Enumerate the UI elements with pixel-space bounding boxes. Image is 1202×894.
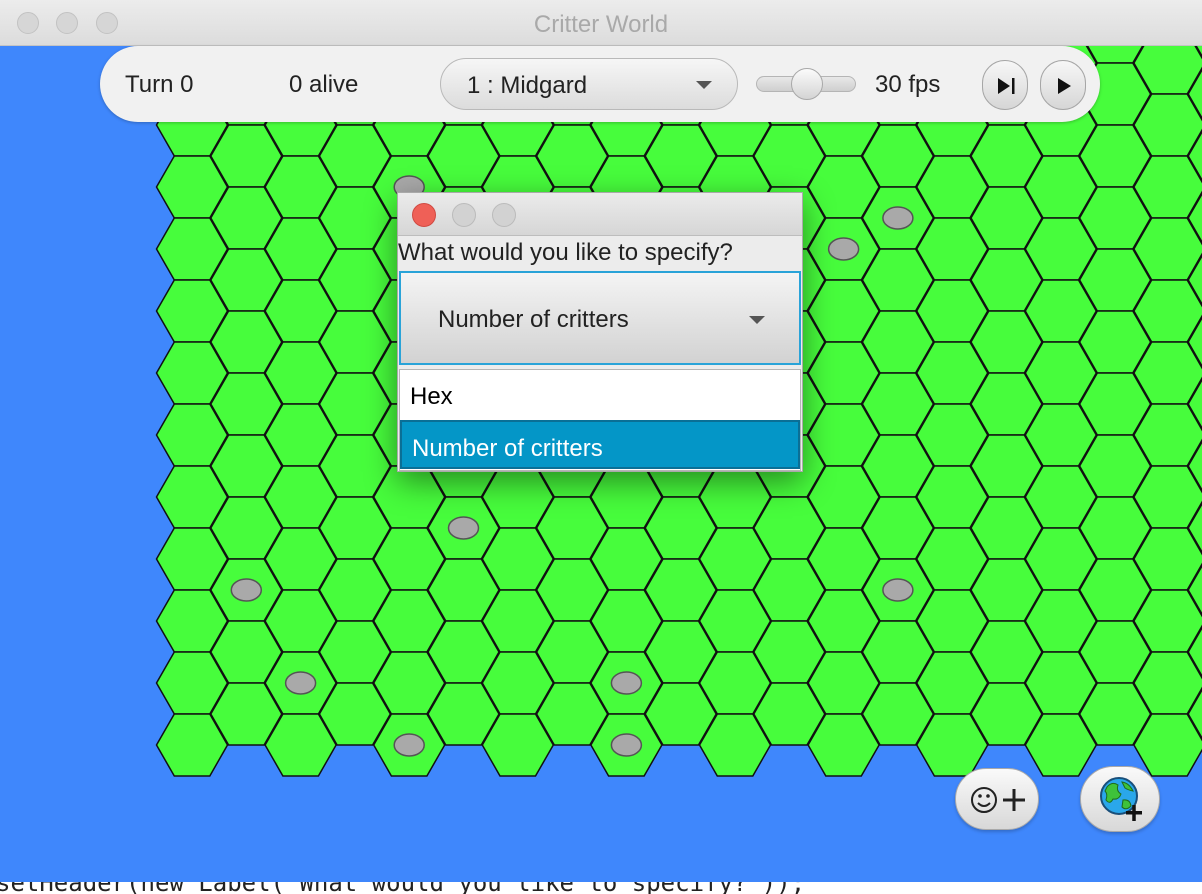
fps-label: 30 fps <box>875 71 941 98</box>
dialog-close-button[interactable] <box>412 203 436 227</box>
option-hex[interactable]: Hex <box>400 370 800 419</box>
rock-icon <box>447 516 480 540</box>
play-icon <box>1058 78 1071 94</box>
add-critter-button[interactable] <box>955 768 1039 830</box>
step-button[interactable] <box>982 60 1028 110</box>
dialog-minimize-button[interactable] <box>452 203 476 227</box>
critter-world-window: Critter World Turn 0 0 alive 1 : Midgard… <box>0 0 1202 882</box>
chevron-down-icon <box>749 316 765 324</box>
window-title: Critter World <box>533 11 669 38</box>
play-button[interactable] <box>1040 60 1086 110</box>
specify-dialog: What would you like to specify? Number o… <box>397 192 803 472</box>
alive-counter: 0 alive <box>289 71 359 98</box>
simulation-toolbar: Turn 0 0 alive 1 : Midgard 30 fps <box>100 46 1100 122</box>
specify-combo-box[interactable]: Number of critters <box>399 271 801 365</box>
world-select-value: 1 : Midgard <box>467 72 588 99</box>
dialog-zoom-button[interactable] <box>492 203 516 227</box>
dialog-titlebar <box>398 193 802 236</box>
rock-icon <box>827 237 860 261</box>
specify-combo-value: Number of critters <box>438 306 629 333</box>
turn-counter: Turn 0 <box>125 71 194 98</box>
rock-icon <box>610 733 643 757</box>
dialog-prompt: What would you like to specify? <box>398 239 733 266</box>
rock-icon <box>882 578 914 602</box>
smiley-plus-icon <box>971 787 1025 813</box>
rock-icon <box>882 206 914 230</box>
world-select[interactable]: 1 : Midgard <box>440 58 738 110</box>
rock-icon <box>393 733 425 757</box>
rock-icon <box>230 578 263 602</box>
option-number-of-critters[interactable]: Number of critters <box>400 420 800 469</box>
rock-icon <box>610 671 643 695</box>
specify-options-list: Hex Number of critters <box>399 369 801 471</box>
code-editor-line: setHeader(new Label("What would you like… <box>0 882 1202 894</box>
window-titlebar: Critter World <box>0 0 1202 46</box>
code-text: setHeader(new Label("What would you like… <box>0 882 805 894</box>
add-world-button[interactable] <box>1080 766 1160 832</box>
chevron-down-icon <box>696 81 712 89</box>
rock-icon <box>284 671 317 695</box>
globe-plus-icon <box>1100 777 1142 821</box>
speed-slider-thumb[interactable] <box>791 68 823 100</box>
step-forward-icon <box>998 78 1015 94</box>
